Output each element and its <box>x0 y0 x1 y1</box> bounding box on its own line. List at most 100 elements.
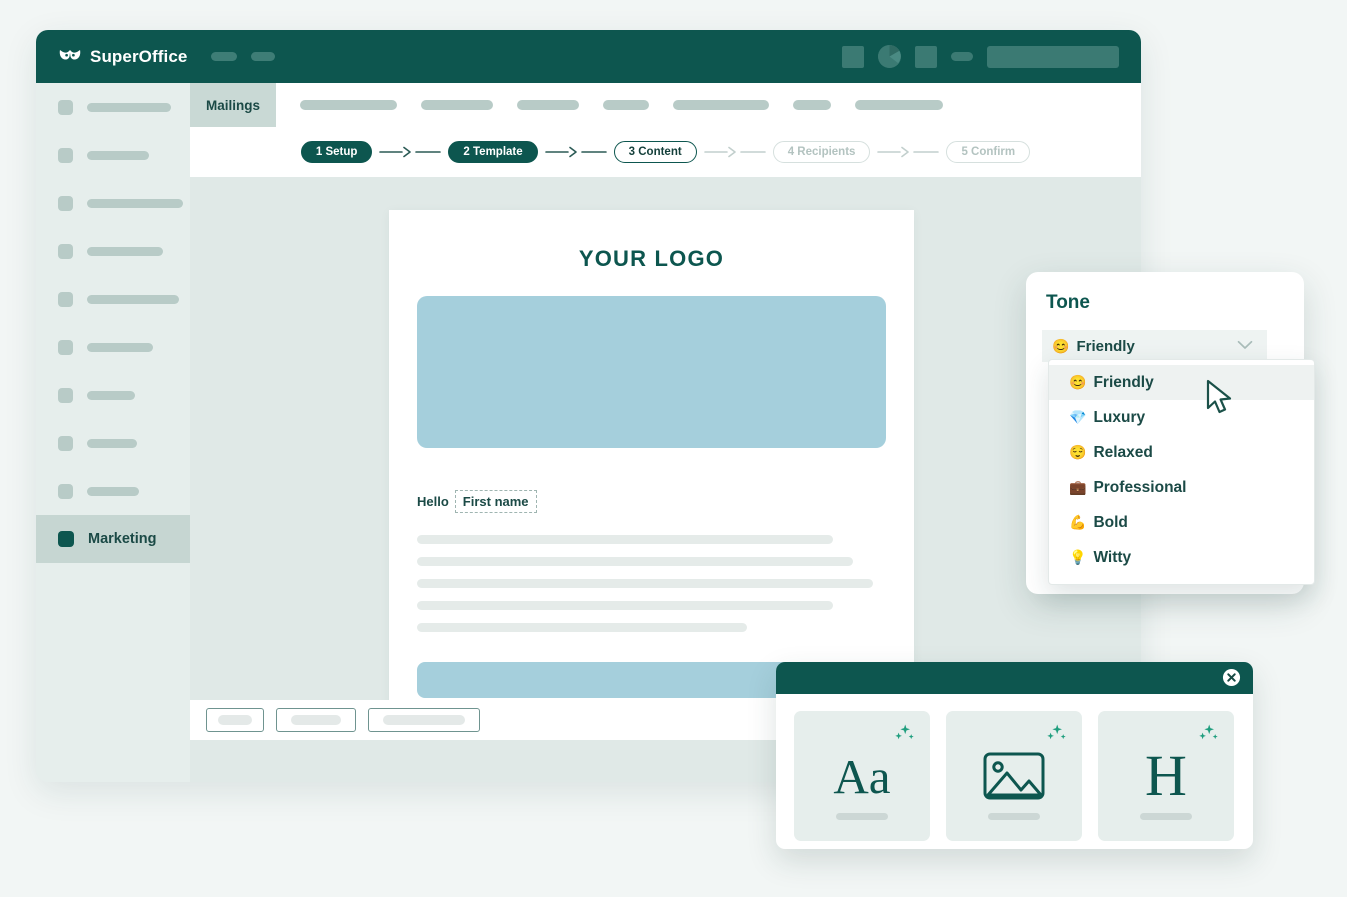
tone-option-label: Friendly <box>1093 373 1154 391</box>
sidebar-item-4[interactable] <box>36 227 190 275</box>
tone-title: Tone <box>1046 292 1090 313</box>
tone-option-friendly[interactable]: 😊 Friendly <box>1049 365 1314 400</box>
email-body-placeholder <box>417 535 886 632</box>
sidebar-icon-6 <box>58 339 73 355</box>
ai-card-label-placeholder <box>988 813 1040 820</box>
email-greeting-row: Hello First name <box>417 490 914 513</box>
tab-placeholder-3[interactable] <box>517 100 580 110</box>
sidebar-item-9[interactable] <box>36 467 190 515</box>
tone-option-professional[interactable]: 💼 Professional <box>1049 470 1314 505</box>
tab-placeholder-4[interactable] <box>603 100 650 110</box>
tone-popover: Tone 😊 Friendly 😊 Friendly 💎 Luxury 😌 Re… <box>1026 272 1315 594</box>
sidebar-item-label: Marketing <box>88 531 157 547</box>
sidebar-icon-2 <box>58 147 73 163</box>
sidebar-item-2[interactable] <box>36 131 190 179</box>
sidebar-item-marketing[interactable]: Marketing <box>36 515 190 563</box>
square-icon-2[interactable] <box>915 45 937 68</box>
footer-button-2[interactable] <box>276 708 356 732</box>
sidebar-icon-4 <box>58 243 73 259</box>
mouse-pointer-icon <box>1206 379 1232 414</box>
titlebar-pill-1[interactable] <box>211 52 238 61</box>
wizard-step-template[interactable]: 2 Template <box>448 141 538 163</box>
tone-option-luxury[interactable]: 💎 Luxury <box>1049 400 1314 435</box>
brand-name: SuperOffice <box>90 46 188 66</box>
dash-icon[interactable] <box>951 52 973 61</box>
arrow-right-icon-3 <box>703 146 766 158</box>
sidebar-icon-5 <box>58 291 73 307</box>
friendly-emoji-icon: 😊 <box>1069 374 1087 390</box>
wide-bar-placeholder[interactable] <box>987 45 1119 68</box>
email-preview-card[interactable]: YOUR LOGO Hello First name <box>389 210 914 725</box>
sidebar-label-placeholder-7 <box>87 390 135 400</box>
body-line-4 <box>417 601 833 610</box>
sidebar-item-5[interactable] <box>36 275 190 323</box>
sparkle-icon <box>895 724 914 740</box>
wizard-step-confirm[interactable]: 5 Confirm <box>946 141 1031 163</box>
tab-placeholder-6[interactable] <box>793 100 832 110</box>
sidebar-label-placeholder-5 <box>87 294 179 304</box>
sidebar-icon-1 <box>58 99 73 115</box>
sidebar-icon-7 <box>58 387 73 403</box>
gem-emoji-icon: 💎 <box>1069 409 1087 425</box>
sidebar-label-placeholder-1 <box>87 102 171 112</box>
sidebar-item-3[interactable] <box>36 179 190 227</box>
ai-card-label-placeholder <box>836 813 888 820</box>
tone-option-label: Bold <box>1093 513 1128 531</box>
wizard-step-setup[interactable]: 1 Setup <box>300 141 373 163</box>
greeting-text: Hello <box>417 494 449 509</box>
ai-card-text[interactable]: Aa <box>794 711 930 841</box>
tab-placeholder-5[interactable] <box>673 100 770 110</box>
tone-option-witty[interactable]: 💡 Witty <box>1049 540 1314 575</box>
tab-mailings[interactable]: Mailings <box>190 83 277 127</box>
tone-option-label: Relaxed <box>1093 443 1153 461</box>
email-hero-image-placeholder[interactable] <box>417 296 886 448</box>
footer-button-label-2 <box>291 715 341 725</box>
body-line-2 <box>417 557 853 566</box>
merge-field-chip[interactable]: First name <box>454 490 537 513</box>
sidebar-label-placeholder-4 <box>87 246 163 256</box>
sidebar-label-placeholder-2 <box>87 150 149 160</box>
sidebar-item-1[interactable] <box>36 83 190 131</box>
ai-card-image[interactable] <box>946 711 1082 841</box>
sidebar-item-6[interactable] <box>36 323 190 371</box>
square-icon[interactable] <box>842 45 864 68</box>
ai-card-text-glyph: Aa <box>833 748 891 804</box>
tone-select[interactable]: 😊 Friendly <box>1042 330 1267 362</box>
body-line-5 <box>417 623 747 632</box>
sidebar-item-7[interactable] <box>36 371 190 419</box>
footer-button-1[interactable] <box>206 708 264 732</box>
sidebar-item-8[interactable] <box>36 419 190 467</box>
friendly-emoji-icon: 😊 <box>1052 337 1070 354</box>
ai-panel-titlebar <box>776 662 1253 694</box>
footer-button-3[interactable] <box>368 708 480 732</box>
tone-option-label: Witty <box>1093 548 1132 566</box>
tone-option-relaxed[interactable]: 😌 Relaxed <box>1049 435 1314 470</box>
pie-chart-icon[interactable] <box>878 45 901 68</box>
tab-placeholder-1[interactable] <box>300 100 398 110</box>
arrow-right-icon-4 <box>877 146 940 158</box>
titlebar-pill-2[interactable] <box>251 52 276 61</box>
tone-option-label: Professional <box>1093 478 1187 496</box>
tab-placeholder-2[interactable] <box>421 100 494 110</box>
image-icon <box>983 752 1045 800</box>
tab-placeholder-7[interactable] <box>855 100 944 110</box>
tone-options-menu: 😊 Friendly 💎 Luxury 😌 Relaxed 💼 Professi… <box>1048 359 1315 585</box>
ai-card-heading[interactable]: H <box>1098 711 1234 841</box>
flexed-biceps-emoji-icon: 💪 <box>1069 514 1087 530</box>
chevron-down-icon[interactable] <box>1237 340 1253 350</box>
sidebar-label-placeholder-6 <box>87 342 153 352</box>
titlebar-actions <box>842 30 1119 83</box>
close-circle-icon[interactable] <box>1222 668 1241 687</box>
briefcase-emoji-icon: 💼 <box>1069 479 1087 495</box>
body-line-3 <box>417 579 873 588</box>
wizard-step-recipients[interactable]: 4 Recipients <box>772 141 871 163</box>
footer-button-label-3 <box>383 715 465 725</box>
square-icon <box>58 531 74 547</box>
email-logo-text: YOUR LOGO <box>578 246 725 271</box>
ai-card-label-placeholder <box>1140 813 1192 820</box>
wizard-step-content[interactable]: 3 Content <box>613 141 697 163</box>
sidebar-label-placeholder-3 <box>87 198 183 208</box>
relieved-emoji-icon: 😌 <box>1069 444 1087 460</box>
owl-logo-icon <box>59 49 81 60</box>
tone-option-bold[interactable]: 💪 Bold <box>1049 505 1314 540</box>
